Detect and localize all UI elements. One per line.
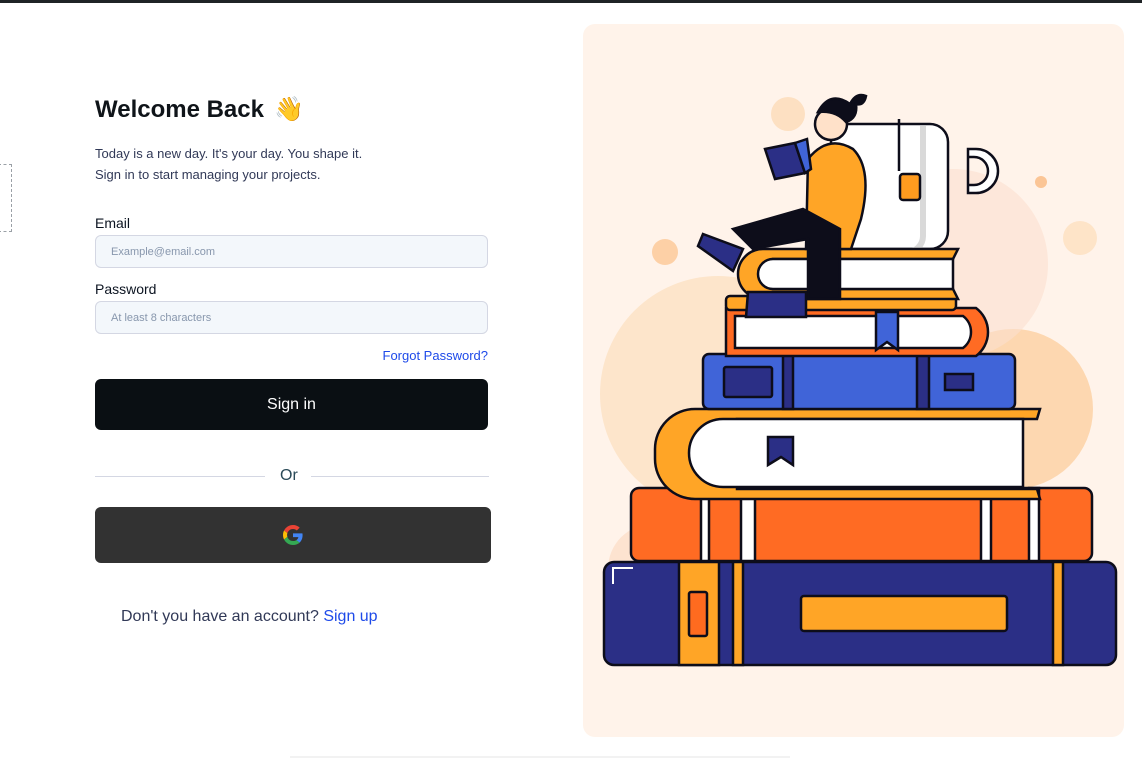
subtitle-line-1: Today is a new day. It's your day. You s…	[95, 146, 363, 161]
password-label: Password	[95, 281, 157, 297]
bg-dot-4	[1063, 221, 1097, 255]
no-account-text: Don't you have an account?	[121, 608, 319, 625]
signup-prompt: Don't you have an account? Sign up	[121, 608, 378, 626]
wave-emoji-icon: 👋	[273, 96, 304, 123]
password-field[interactable]	[95, 301, 488, 334]
reading-illustration	[600, 93, 1118, 667]
title-text: Welcome Back	[95, 96, 264, 123]
sign-up-link[interactable]: Sign up	[323, 608, 377, 625]
divider-line-right	[311, 476, 489, 477]
illustration-panel	[583, 24, 1124, 737]
window-top-border	[0, 0, 1142, 3]
divider-line-left	[95, 476, 265, 477]
forgot-password-link[interactable]: Forgot Password?	[383, 348, 489, 363]
subtitle-line-2: Sign in to start managing your projects.	[95, 167, 321, 182]
google-sign-in-button[interactable]	[95, 507, 491, 563]
book-blue	[701, 352, 1017, 411]
bg-dot-3	[1035, 176, 1047, 188]
google-icon	[283, 525, 303, 545]
book-open-yellow	[653, 407, 1042, 501]
divider-text: Or	[280, 467, 298, 484]
email-field[interactable]	[95, 235, 488, 268]
page-title: Welcome Back 👋	[95, 96, 304, 124]
bg-dot-2	[652, 239, 678, 265]
book-bottom-navy	[602, 560, 1118, 667]
sign-in-button[interactable]: Sign in	[95, 379, 488, 430]
dashed-placeholder-fragment	[0, 164, 12, 232]
bg-dot-1	[771, 97, 805, 131]
or-divider: Or	[95, 466, 491, 486]
email-label: Email	[95, 215, 131, 231]
